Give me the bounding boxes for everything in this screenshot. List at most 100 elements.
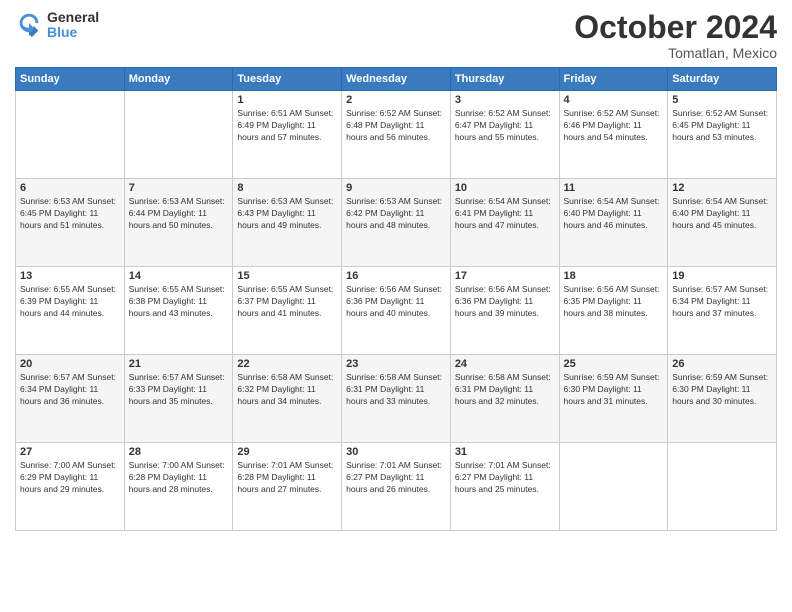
day-number: 22 <box>237 358 337 370</box>
weekday-header: Tuesday <box>233 68 342 91</box>
day-info: Sunrise: 6:56 AM Sunset: 6:36 PM Dayligh… <box>346 284 446 320</box>
calendar-week-row: 27Sunrise: 7:00 AM Sunset: 6:29 PM Dayli… <box>16 443 777 531</box>
calendar-cell: 16 Sunrise: 6:56 AM Sunset: 6:36 PM Dayli… <box>342 267 451 355</box>
day-number: 21 <box>129 358 229 370</box>
header: General Blue October 2024 Tomatlan, Mexi… <box>15 10 777 61</box>
day-info: Sunrise: 6:51 AM Sunset: 6:49 PM Dayligh… <box>237 108 337 144</box>
weekday-header-row: SundayMondayTuesdayWednesdayThursdayFrid… <box>16 68 777 91</box>
calendar-cell <box>559 443 668 531</box>
calendar-cell: 17 Sunrise: 6:56 AM Sunset: 6:36 PM Dayli… <box>450 267 559 355</box>
calendar-cell: 28Sunrise: 7:00 AM Sunset: 6:28 PM Dayli… <box>124 443 233 531</box>
calendar-cell: 12 Sunrise: 6:54 AM Sunset: 6:40 PM Dayli… <box>668 179 777 267</box>
weekday-header: Saturday <box>668 68 777 91</box>
calendar-week-row: 1Sunrise: 6:51 AM Sunset: 6:49 PM Daylig… <box>16 91 777 179</box>
day-number: 14 <box>129 270 229 282</box>
day-number: 11 <box>564 182 664 194</box>
calendar-cell: 5Sunrise: 6:52 AM Sunset: 6:45 PM Daylig… <box>668 91 777 179</box>
day-number: 17 <box>455 270 555 282</box>
day-info: Sunrise: 6:52 AM Sunset: 6:47 PM Dayligh… <box>455 108 555 144</box>
day-info: Sunrise: 6:56 AM Sunset: 6:35 PM Dayligh… <box>564 284 664 320</box>
weekday-header: Wednesday <box>342 68 451 91</box>
day-info: Sunrise: 6:53 AM Sunset: 6:42 PM Dayligh… <box>346 196 446 232</box>
day-number: 31 <box>455 446 555 458</box>
calendar-cell: 9 Sunrise: 6:53 AM Sunset: 6:42 PM Daylig… <box>342 179 451 267</box>
day-info: Sunrise: 7:01 AM Sunset: 6:28 PM Dayligh… <box>237 460 337 496</box>
day-info: Sunrise: 6:57 AM Sunset: 6:33 PM Dayligh… <box>129 372 229 408</box>
day-number: 25 <box>564 358 664 370</box>
logo-text: General Blue <box>47 10 99 41</box>
day-number: 28 <box>129 446 229 458</box>
day-number: 7 <box>129 182 229 194</box>
weekday-header: Sunday <box>16 68 125 91</box>
day-info: Sunrise: 6:55 AM Sunset: 6:39 PM Dayligh… <box>20 284 120 320</box>
page: General Blue October 2024 Tomatlan, Mexi… <box>0 0 792 612</box>
calendar-week-row: 6Sunrise: 6:53 AM Sunset: 6:45 PM Daylig… <box>16 179 777 267</box>
day-number: 8 <box>237 182 337 194</box>
day-info: Sunrise: 6:56 AM Sunset: 6:36 PM Dayligh… <box>455 284 555 320</box>
logo: General Blue <box>15 10 99 41</box>
day-info: Sunrise: 6:57 AM Sunset: 6:34 PM Dayligh… <box>672 284 772 320</box>
calendar-cell: 8 Sunrise: 6:53 AM Sunset: 6:43 PM Daylig… <box>233 179 342 267</box>
day-info: Sunrise: 6:59 AM Sunset: 6:30 PM Dayligh… <box>672 372 772 408</box>
calendar-week-row: 20Sunrise: 6:57 AM Sunset: 6:34 PM Dayli… <box>16 355 777 443</box>
calendar-cell: 3Sunrise: 6:52 AM Sunset: 6:47 PM Daylig… <box>450 91 559 179</box>
calendar-cell: 18 Sunrise: 6:56 AM Sunset: 6:35 PM Dayli… <box>559 267 668 355</box>
day-number: 5 <box>672 94 772 106</box>
calendar-cell <box>16 91 125 179</box>
calendar: SundayMondayTuesdayWednesdayThursdayFrid… <box>15 67 777 531</box>
calendar-cell: 19 Sunrise: 6:57 AM Sunset: 6:34 PM Dayli… <box>668 267 777 355</box>
day-info: Sunrise: 6:58 AM Sunset: 6:32 PM Dayligh… <box>237 372 337 408</box>
day-info: Sunrise: 7:01 AM Sunset: 6:27 PM Dayligh… <box>346 460 446 496</box>
day-info: Sunrise: 6:52 AM Sunset: 6:48 PM Dayligh… <box>346 108 446 144</box>
day-number: 30 <box>346 446 446 458</box>
day-info: Sunrise: 6:58 AM Sunset: 6:31 PM Dayligh… <box>346 372 446 408</box>
day-info: Sunrise: 6:55 AM Sunset: 6:38 PM Dayligh… <box>129 284 229 320</box>
weekday-header: Friday <box>559 68 668 91</box>
day-info: Sunrise: 7:00 AM Sunset: 6:29 PM Dayligh… <box>20 460 120 496</box>
day-number: 6 <box>20 182 120 194</box>
day-info: Sunrise: 6:54 AM Sunset: 6:40 PM Dayligh… <box>672 196 772 232</box>
day-info: Sunrise: 6:57 AM Sunset: 6:34 PM Dayligh… <box>20 372 120 408</box>
calendar-cell: 23 Sunrise: 6:58 AM Sunset: 6:31 PM Dayli… <box>342 355 451 443</box>
calendar-cell: 7 Sunrise: 6:53 AM Sunset: 6:44 PM Daylig… <box>124 179 233 267</box>
day-number: 26 <box>672 358 772 370</box>
day-info: Sunrise: 7:01 AM Sunset: 6:27 PM Dayligh… <box>455 460 555 496</box>
calendar-cell: 1Sunrise: 6:51 AM Sunset: 6:49 PM Daylig… <box>233 91 342 179</box>
calendar-cell: 25 Sunrise: 6:59 AM Sunset: 6:30 PM Dayli… <box>559 355 668 443</box>
calendar-cell: 27Sunrise: 7:00 AM Sunset: 6:29 PM Dayli… <box>16 443 125 531</box>
month-title: October 2024 <box>574 10 777 45</box>
day-number: 18 <box>564 270 664 282</box>
calendar-cell: 24Sunrise: 6:58 AM Sunset: 6:31 PM Dayli… <box>450 355 559 443</box>
calendar-cell <box>668 443 777 531</box>
day-number: 24 <box>455 358 555 370</box>
day-number: 12 <box>672 182 772 194</box>
calendar-cell: 21 Sunrise: 6:57 AM Sunset: 6:33 PM Dayli… <box>124 355 233 443</box>
calendar-cell: 29 Sunrise: 7:01 AM Sunset: 6:28 PM Dayli… <box>233 443 342 531</box>
day-info: Sunrise: 6:54 AM Sunset: 6:41 PM Dayligh… <box>455 196 555 232</box>
logo-blue: Blue <box>47 25 99 40</box>
calendar-cell: 20Sunrise: 6:57 AM Sunset: 6:34 PM Dayli… <box>16 355 125 443</box>
day-number: 16 <box>346 270 446 282</box>
calendar-cell: 6Sunrise: 6:53 AM Sunset: 6:45 PM Daylig… <box>16 179 125 267</box>
calendar-cell: 26 Sunrise: 6:59 AM Sunset: 6:30 PM Dayli… <box>668 355 777 443</box>
calendar-cell: 22 Sunrise: 6:58 AM Sunset: 6:32 PM Dayli… <box>233 355 342 443</box>
day-number: 29 <box>237 446 337 458</box>
calendar-cell: 4Sunrise: 6:52 AM Sunset: 6:46 PM Daylig… <box>559 91 668 179</box>
day-info: Sunrise: 6:53 AM Sunset: 6:44 PM Dayligh… <box>129 196 229 232</box>
calendar-header: SundayMondayTuesdayWednesdayThursdayFrid… <box>16 68 777 91</box>
logo-icon <box>15 11 43 39</box>
calendar-cell: 15Sunrise: 6:55 AM Sunset: 6:37 PM Dayli… <box>233 267 342 355</box>
calendar-cell: 13 Sunrise: 6:55 AM Sunset: 6:39 PM Dayli… <box>16 267 125 355</box>
day-number: 13 <box>20 270 120 282</box>
calendar-cell: 14 Sunrise: 6:55 AM Sunset: 6:38 PM Dayli… <box>124 267 233 355</box>
day-number: 9 <box>346 182 446 194</box>
weekday-header: Monday <box>124 68 233 91</box>
day-number: 2 <box>346 94 446 106</box>
day-number: 19 <box>672 270 772 282</box>
day-number: 23 <box>346 358 446 370</box>
day-info: Sunrise: 6:59 AM Sunset: 6:30 PM Dayligh… <box>564 372 664 408</box>
calendar-week-row: 13 Sunrise: 6:55 AM Sunset: 6:39 PM Dayli… <box>16 267 777 355</box>
calendar-body: 1Sunrise: 6:51 AM Sunset: 6:49 PM Daylig… <box>16 91 777 531</box>
calendar-cell: 2 Sunrise: 6:52 AM Sunset: 6:48 PM Daylig… <box>342 91 451 179</box>
day-info: Sunrise: 6:53 AM Sunset: 6:43 PM Dayligh… <box>237 196 337 232</box>
